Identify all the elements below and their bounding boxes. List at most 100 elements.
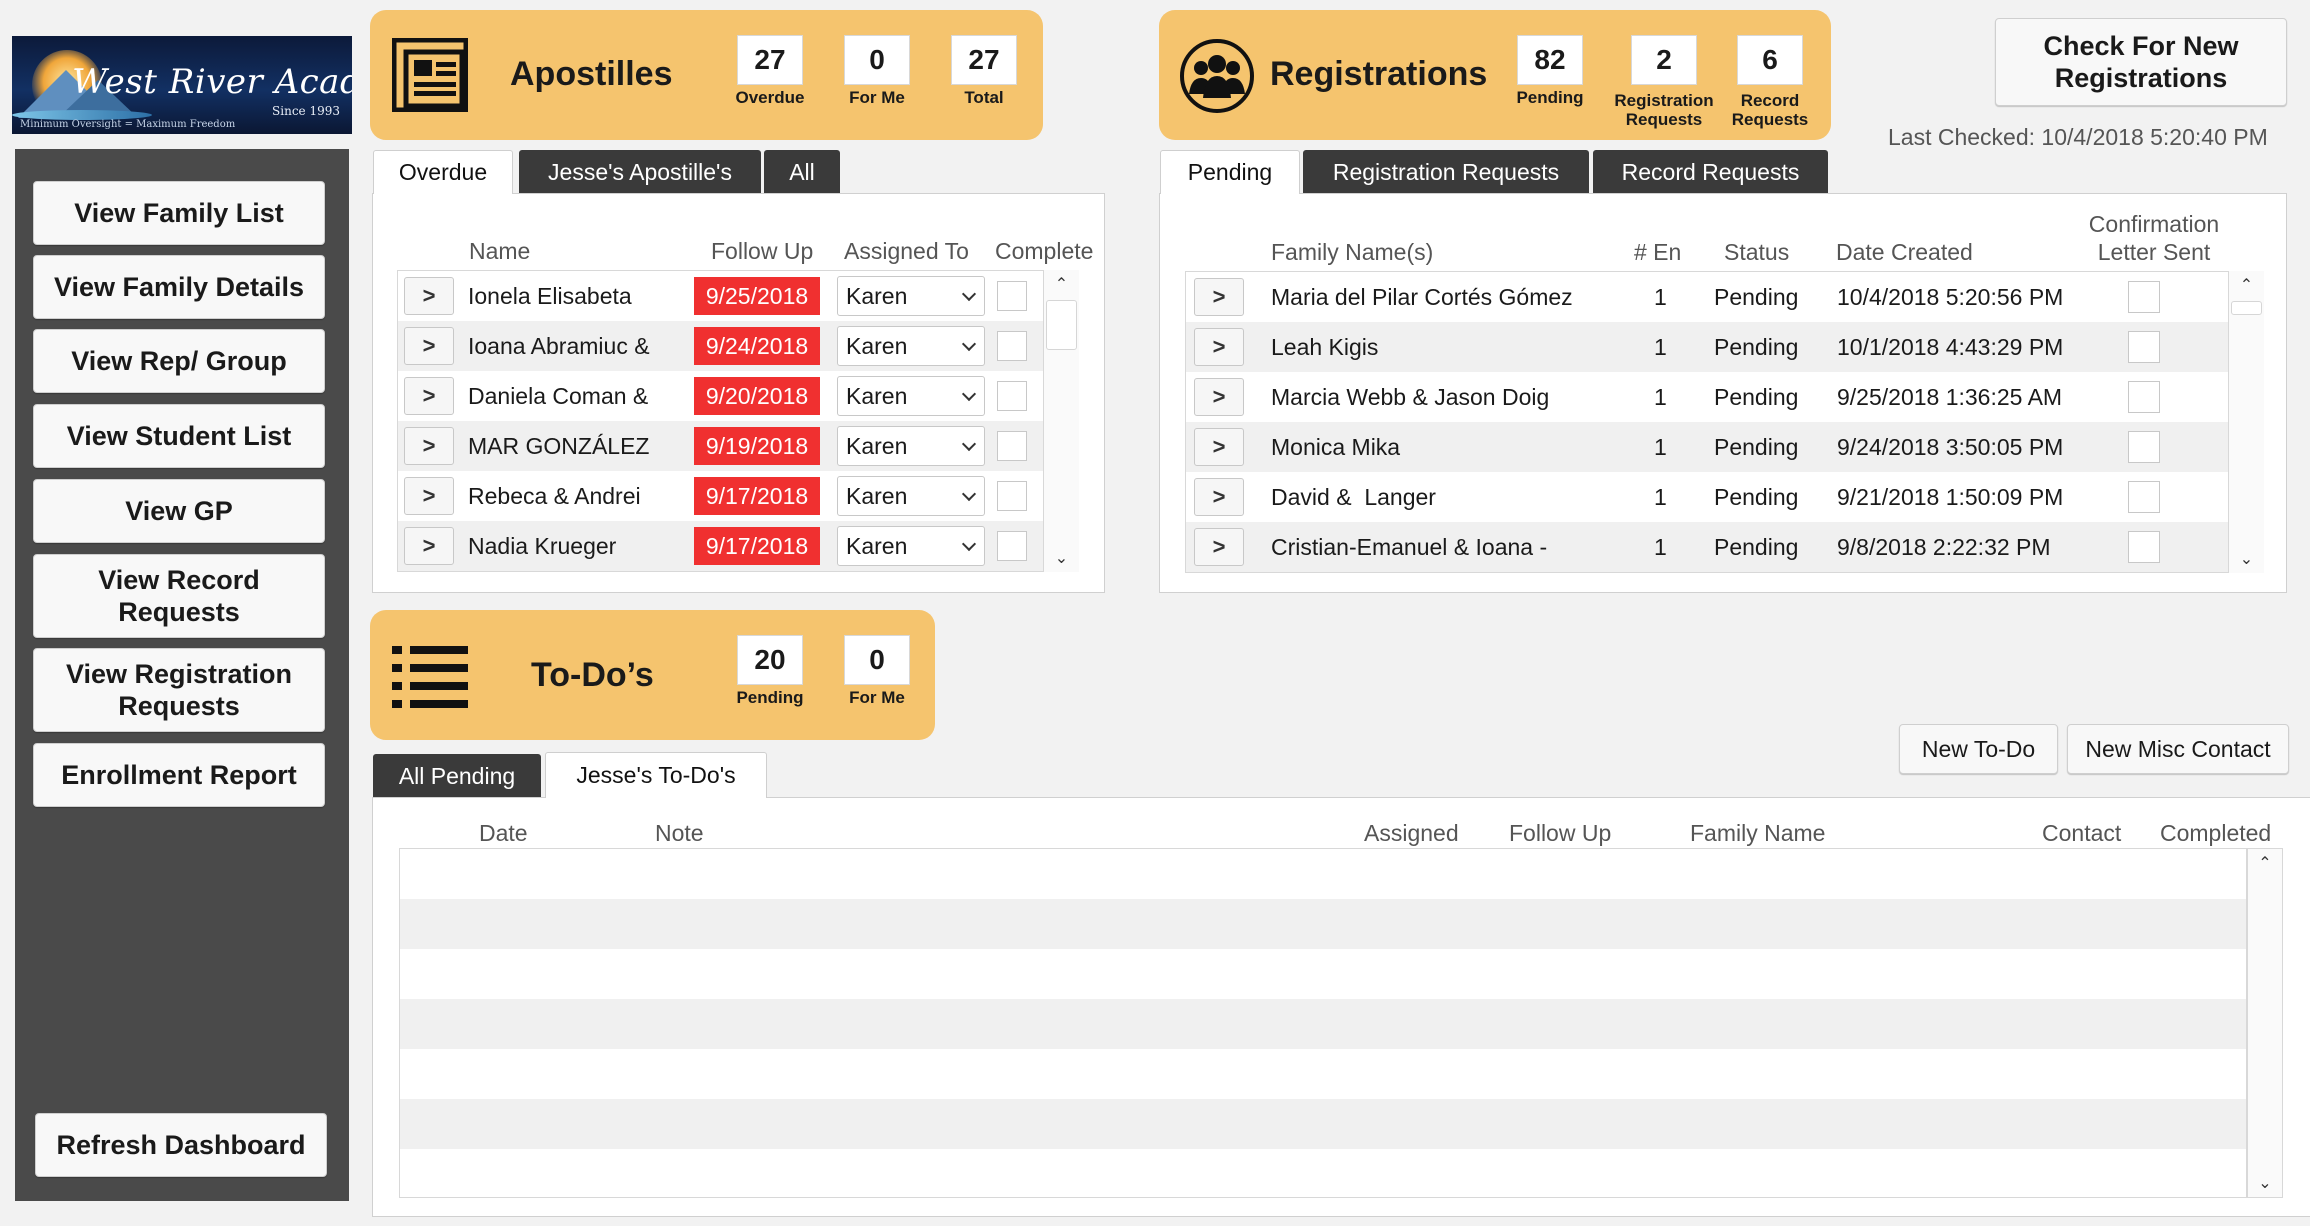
check-new-registrations-button[interactable]: Check For New Registrations bbox=[1995, 18, 2287, 106]
view-registration-requests-button[interactable]: View Registration Requests bbox=[33, 648, 325, 732]
scroll-thumb[interactable] bbox=[2231, 301, 2262, 315]
assigned-select[interactable]: Karen bbox=[837, 526, 985, 566]
apostilles-for-me-stat: 0 For Me bbox=[837, 35, 917, 107]
row-name: Daniela Coman & bbox=[468, 383, 649, 409]
complete-checkbox[interactable] bbox=[997, 481, 1027, 511]
tab-all-pending[interactable]: All Pending bbox=[373, 754, 541, 798]
tab-pending[interactable]: Pending bbox=[1160, 150, 1300, 194]
table-row: > Rebeca & Andrei 9/17/2018 Karen bbox=[398, 471, 1056, 521]
confirmation-checkbox[interactable] bbox=[2128, 281, 2160, 313]
view-record-requests-button[interactable]: View Record Requests bbox=[33, 554, 325, 638]
new-misc-contact-button[interactable]: New Misc Contact bbox=[2067, 724, 2289, 774]
open-row-button[interactable]: > bbox=[1194, 278, 1244, 316]
confirmation-checkbox[interactable] bbox=[2128, 431, 2160, 463]
scroll-up-icon[interactable]: ⌃ bbox=[1044, 270, 1079, 298]
todos-panel: Date Note Assigned Follow Up Family Name… bbox=[372, 797, 2310, 1217]
open-row-button[interactable]: > bbox=[404, 477, 454, 515]
tab-overdue[interactable]: Overdue bbox=[373, 150, 513, 194]
table-row: > Nadia Krueger 9/17/2018 Karen bbox=[398, 521, 1056, 571]
sidebar: View Family List View Family Details Vie… bbox=[15, 149, 349, 1201]
col-follow-up: Follow Up bbox=[711, 238, 814, 264]
open-row-button[interactable]: > bbox=[404, 327, 454, 365]
assigned-select[interactable]: Karen bbox=[837, 376, 985, 416]
complete-checkbox[interactable] bbox=[997, 381, 1027, 411]
confirmation-checkbox[interactable] bbox=[2128, 531, 2160, 563]
tab-all[interactable]: All bbox=[764, 150, 840, 194]
complete-checkbox[interactable] bbox=[997, 331, 1027, 361]
open-row-button[interactable]: > bbox=[1194, 378, 1244, 416]
stat-label-1: Record bbox=[1740, 91, 1800, 110]
scroll-down-icon[interactable]: ⌄ bbox=[2229, 545, 2264, 573]
col-name: Name bbox=[469, 238, 531, 264]
table-row bbox=[400, 949, 2246, 999]
confirmation-checkbox[interactable] bbox=[2128, 331, 2160, 363]
scroll-thumb[interactable] bbox=[1046, 300, 1077, 350]
assigned-select[interactable]: Karen bbox=[837, 426, 985, 466]
tab-jesses-apostilles[interactable]: Jesse's Apostille's bbox=[519, 150, 761, 194]
view-rep-group-button[interactable]: View Rep/ Group bbox=[33, 329, 325, 393]
table-row bbox=[400, 999, 2246, 1049]
col-completed: Completed bbox=[2160, 820, 2272, 846]
todos-scrollbar[interactable]: ⌃ ⌄ bbox=[2247, 848, 2283, 1198]
col-follow-up: Follow Up bbox=[1509, 820, 1612, 846]
registrations-requests-stat: 2 Registration Requests bbox=[1604, 35, 1724, 129]
confirmation-checkbox[interactable] bbox=[2128, 381, 2160, 413]
row-name: Ioana Abramiuc & bbox=[468, 333, 650, 359]
open-row-button[interactable]: > bbox=[1194, 328, 1244, 366]
todos-title: To-Do’s bbox=[531, 656, 654, 694]
scroll-down-icon[interactable]: ⌄ bbox=[2248, 1169, 2282, 1197]
todos-for-me-stat: 0 For Me bbox=[837, 635, 917, 707]
complete-checkbox[interactable] bbox=[997, 431, 1027, 461]
table-row bbox=[400, 1149, 2246, 1197]
view-family-details-button[interactable]: View Family Details bbox=[33, 255, 325, 319]
tab-jesses-todos[interactable]: Jesse's To-Do's bbox=[545, 752, 767, 798]
enrollment-report-button[interactable]: Enrollment Report bbox=[33, 743, 325, 807]
follow-up-date: 9/24/2018 bbox=[694, 327, 820, 365]
table-row: > Leah Kigis 1 Pending 10/1/2018 4:43:29… bbox=[1186, 322, 2242, 372]
scroll-down-icon[interactable]: ⌄ bbox=[1044, 544, 1079, 572]
registrations-scrollbar[interactable]: ⌃ ⌄ bbox=[2228, 271, 2264, 573]
complete-checkbox[interactable] bbox=[997, 281, 1027, 311]
view-gp-button[interactable]: View GP bbox=[33, 479, 325, 543]
row-enrolled: 1 bbox=[1654, 534, 1667, 560]
complete-checkbox[interactable] bbox=[997, 531, 1027, 561]
row-family: Marcia Webb & Jason Doig bbox=[1271, 384, 1550, 410]
list-icon bbox=[392, 646, 468, 708]
tab-registration-requests[interactable]: Registration Requests bbox=[1303, 150, 1589, 194]
people-icon bbox=[1180, 39, 1254, 113]
table-row bbox=[400, 1049, 2246, 1099]
view-family-list-button[interactable]: View Family List bbox=[33, 181, 325, 245]
view-student-list-button[interactable]: View Student List bbox=[33, 404, 325, 468]
col-contact: Contact bbox=[2042, 820, 2122, 846]
confirmation-checkbox[interactable] bbox=[2128, 481, 2160, 513]
table-row bbox=[400, 899, 2246, 949]
new-todo-button[interactable]: New To-Do bbox=[1899, 724, 2058, 774]
apostilles-overdue-stat: 27 Overdue bbox=[730, 35, 810, 107]
apostilles-scrollbar[interactable]: ⌃ ⌄ bbox=[1043, 270, 1079, 572]
assigned-value: Karen bbox=[846, 282, 908, 309]
open-row-button[interactable]: > bbox=[404, 427, 454, 465]
tab-record-requests[interactable]: Record Requests bbox=[1593, 150, 1828, 194]
row-status: Pending bbox=[1714, 484, 1799, 510]
row-enrolled: 1 bbox=[1654, 384, 1667, 410]
open-row-button[interactable]: > bbox=[1194, 478, 1244, 516]
open-row-button[interactable]: > bbox=[404, 277, 454, 315]
open-row-button[interactable]: > bbox=[1194, 528, 1244, 566]
refresh-dashboard-button[interactable]: Refresh Dashboard bbox=[35, 1113, 327, 1177]
assigned-select[interactable]: Karen bbox=[837, 476, 985, 516]
open-row-button[interactable]: > bbox=[1194, 428, 1244, 466]
table-row bbox=[400, 1099, 2246, 1149]
open-row-button[interactable]: > bbox=[404, 527, 454, 565]
follow-up-date: 9/25/2018 bbox=[694, 277, 820, 315]
assigned-select[interactable]: Karen bbox=[837, 276, 985, 316]
open-row-button[interactable]: > bbox=[404, 377, 454, 415]
scroll-up-icon[interactable]: ⌃ bbox=[2229, 271, 2264, 299]
apostilles-table: > Ionela Elisabeta 9/25/2018 Karen > Ioa… bbox=[397, 270, 1057, 572]
scroll-up-icon[interactable]: ⌃ bbox=[2248, 849, 2282, 877]
apostilles-header: Apostilles 27 Overdue 0 For Me 27 Total bbox=[370, 10, 1043, 140]
col-date: Date bbox=[479, 820, 528, 846]
registrations-panel: Family Name(s) # En Status Date Created … bbox=[1159, 193, 2287, 593]
registrations-pending-stat: 82 Pending bbox=[1510, 35, 1590, 107]
row-status: Pending bbox=[1714, 284, 1799, 310]
assigned-select[interactable]: Karen bbox=[837, 326, 985, 366]
